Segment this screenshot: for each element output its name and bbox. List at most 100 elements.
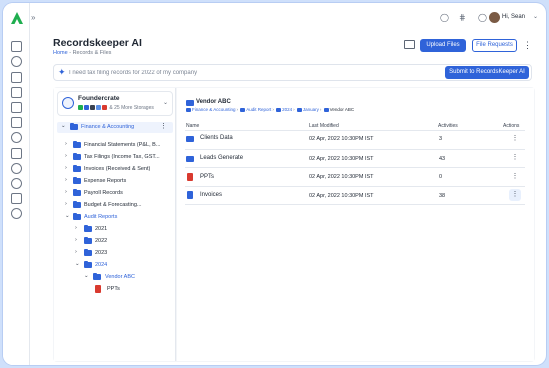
folder-icon: [73, 165, 81, 172]
tree-item-label: Expense Reports: [84, 178, 127, 184]
path-separator: ›: [272, 107, 274, 112]
folder-icon[interactable]: [11, 72, 22, 83]
column-name[interactable]: Name: [186, 123, 199, 129]
path-separator: ›: [236, 107, 239, 112]
chevron-right-icon: ›: [65, 189, 67, 195]
chevron-right-icon: ›: [75, 237, 77, 243]
folder-icon: [73, 141, 81, 148]
help-icon[interactable]: ◯: [478, 13, 487, 22]
column-actions: Actions: [503, 123, 520, 129]
folder-icon: [73, 177, 81, 184]
chevron-right-icon: ›: [75, 225, 77, 231]
users-icon[interactable]: [11, 132, 22, 143]
tree-item-label: 2022: [95, 238, 108, 244]
chevron-down-icon[interactable]: ⌄: [533, 13, 538, 20]
chevron-right-icon: ›: [65, 177, 67, 183]
column-last-modified[interactable]: Last Modified: [309, 123, 339, 129]
path-item[interactable]: Audit Report: [246, 107, 271, 112]
storage-name: Foundercrate: [78, 95, 120, 102]
chevron-right-icon: ›: [65, 141, 67, 147]
storage-icon: [62, 97, 74, 109]
dashboard-icon[interactable]: [11, 41, 22, 52]
storage-provider-icon: [102, 105, 107, 111]
activity-icon[interactable]: ⋕: [459, 13, 466, 22]
pdf-icon: [187, 173, 193, 181]
divider: [185, 149, 525, 150]
tasks-icon[interactable]: [11, 102, 22, 113]
reports-icon[interactable]: [11, 193, 22, 204]
dropbox-icon: [84, 105, 89, 111]
tree-item-label: Tax Filings (Income Tax, GST...: [84, 154, 160, 160]
row-modified: 02 Apr, 2022 10:30PM IST: [309, 136, 374, 142]
integrations-icon[interactable]: [11, 178, 22, 189]
submit-ai-button[interactable]: Submit to RecordsKeeper AI: [445, 66, 529, 79]
folder-icon: [296, 107, 302, 112]
row-actions-icon[interactable]: ⋮: [509, 189, 521, 201]
storage-providers: & 25 More Storages: [78, 105, 154, 111]
row-actions-icon[interactable]: ⋮: [509, 133, 521, 145]
ai-prompt-input[interactable]: [69, 67, 369, 79]
upload-files-button[interactable]: Upload Files: [420, 39, 466, 52]
path-item-current: Vendor ABC: [329, 107, 355, 112]
folder-icon: [186, 136, 194, 142]
breadcrumb-separator: -: [69, 50, 72, 56]
path-item[interactable]: January: [303, 107, 319, 112]
records-icon[interactable]: [11, 56, 22, 67]
column-activities[interactable]: Activities: [438, 123, 458, 129]
folder-icon: [84, 225, 92, 232]
greeting-text: Hi, Sean: [502, 14, 526, 20]
file-requests-button[interactable]: File Requests: [472, 39, 517, 52]
tree-item-label: Vendor ABC: [105, 274, 135, 280]
app-window: » ◯ ⋕ ◯ Hi, Sean ⌄ Recordskeeper AI Home…: [3, 3, 546, 365]
row-name[interactable]: Clients Data: [200, 135, 233, 141]
sparkle-icon: ✦: [58, 67, 66, 77]
folder-icon: [186, 156, 194, 162]
edit-icon[interactable]: [11, 117, 22, 128]
tree-item-label: 2023: [95, 250, 108, 256]
tree-item-label: 2024: [95, 262, 108, 268]
chevron-right-icon: ›: [65, 165, 67, 171]
new-folder-button[interactable]: [404, 40, 415, 49]
notification-icon[interactable]: ◯: [440, 13, 449, 22]
storage-selector[interactable]: Foundercrate & 25 More Storages ⌄: [57, 91, 173, 116]
tree-item-label: Financial Statements (P&L, B...: [84, 142, 161, 148]
logo-icon: [11, 12, 23, 24]
more-storages: & 25 More Storages: [109, 105, 154, 111]
tree-more-icon[interactable]: ⋮: [160, 122, 167, 130]
folder-icon: [70, 123, 78, 130]
drive-icon: [78, 105, 83, 111]
tree-item-label: Payroll Records: [84, 190, 123, 196]
folder-icon: [276, 107, 282, 112]
chevron-down-icon[interactable]: ⌄: [163, 99, 168, 106]
path-item[interactable]: Finance & Accounting: [192, 107, 236, 112]
chevron-down-icon: ⌄: [61, 123, 66, 129]
row-name[interactable]: PPTs: [200, 174, 214, 180]
divider: [185, 167, 525, 168]
divider: [185, 186, 525, 187]
tree-item-label: Budget & Forecasting...: [84, 202, 142, 208]
folder-icon: [240, 107, 246, 112]
more-options-icon[interactable]: ⋮: [523, 40, 532, 51]
path-separator: ›: [319, 107, 322, 112]
page-title: Recordskeeper AI: [53, 37, 142, 49]
current-folder-title: Vendor ABC: [196, 99, 231, 105]
folder-icon: [84, 237, 92, 244]
document-icon[interactable]: [11, 87, 22, 98]
path-item[interactable]: 2024: [282, 107, 292, 112]
row-name[interactable]: Invoices: [200, 192, 222, 198]
chevron-down-icon: ⌄: [75, 261, 80, 267]
chevron-down-icon: ⌄: [65, 213, 70, 219]
row-name[interactable]: Leads Generate: [200, 155, 243, 161]
breadcrumb-home[interactable]: Home: [53, 50, 68, 56]
tree-item-label: Invoices (Received & Sent): [84, 166, 151, 172]
tree-item-label: 2021: [95, 226, 108, 232]
row-actions-icon[interactable]: ⋮: [509, 152, 521, 164]
settings-icon[interactable]: [11, 163, 22, 174]
collapse-sidebar-icon[interactable]: »: [31, 13, 35, 22]
row-actions-icon[interactable]: ⋮: [509, 171, 521, 183]
workflow-icon[interactable]: [11, 148, 22, 159]
left-rail: [3, 3, 30, 365]
avatar[interactable]: [489, 12, 500, 23]
help-icon[interactable]: [11, 208, 22, 219]
breadcrumb-current: Records & Files: [72, 50, 112, 56]
